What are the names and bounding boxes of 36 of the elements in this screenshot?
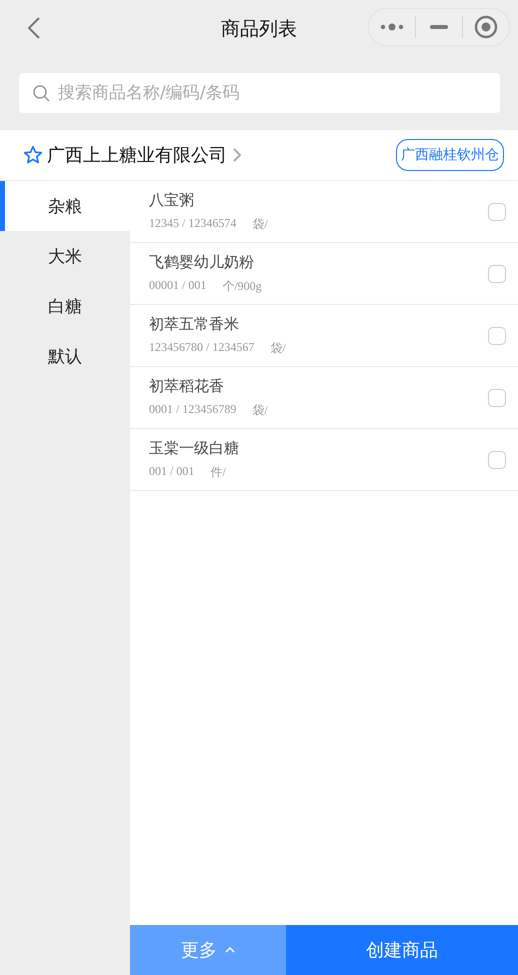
product-unit: 袋/ <box>252 216 268 232</box>
product-codes: 0001 / 123456789 <box>149 402 236 418</box>
checkbox[interactable] <box>488 326 506 344</box>
supplier-name[interactable]: 广西上上糖业有限公司 <box>47 143 227 167</box>
product-name: 飞鹤婴幼儿奶粉 <box>149 252 255 272</box>
product-unit: 袋/ <box>270 340 286 356</box>
checkbox[interactable] <box>488 202 506 220</box>
product-name: 初萃五常香米 <box>149 314 240 334</box>
more-icon[interactable] <box>380 22 404 32</box>
product-codes: 00001 / 001 <box>149 278 206 294</box>
close-icon[interactable] <box>474 15 498 39</box>
product-name: 八宝粥 <box>149 190 195 210</box>
warehouse-button[interactable]: 广西融桂钦州仓 <box>396 139 504 171</box>
chevron-icon <box>233 148 241 162</box>
product-codes: 123456780 / 1234567 <box>149 340 254 356</box>
checkbox[interactable] <box>488 388 506 406</box>
checkbox[interactable] <box>488 450 506 468</box>
category-item[interactable]: 大米 <box>0 231 130 281</box>
product-unit: 袋/ <box>252 402 268 418</box>
back-icon[interactable] <box>26 16 42 40</box>
product-unit: 件/ <box>210 464 226 480</box>
checkbox[interactable] <box>488 264 506 282</box>
create-button[interactable]: 创建商品 <box>286 925 518 975</box>
minimize-icon[interactable] <box>430 25 448 29</box>
category-item[interactable]: 默认 <box>0 331 130 381</box>
product-unit: 个/900g <box>222 278 262 294</box>
search-field[interactable]: 搜索商品名称/编码/条码 <box>19 73 500 113</box>
product-codes: 12345 / 12346574 <box>149 216 236 232</box>
caret-icon <box>225 947 235 953</box>
product-name: 初萃稻花香 <box>149 376 225 396</box>
category-item[interactable]: 杂粮 <box>0 181 130 231</box>
page-title: 商品列表 <box>221 17 297 42</box>
product-name: 玉棠一级白糖 <box>149 438 240 458</box>
product-codes: 001 / 001 <box>149 464 194 480</box>
category-item[interactable]: 白糖 <box>0 281 130 331</box>
star-icon[interactable] <box>23 145 43 165</box>
